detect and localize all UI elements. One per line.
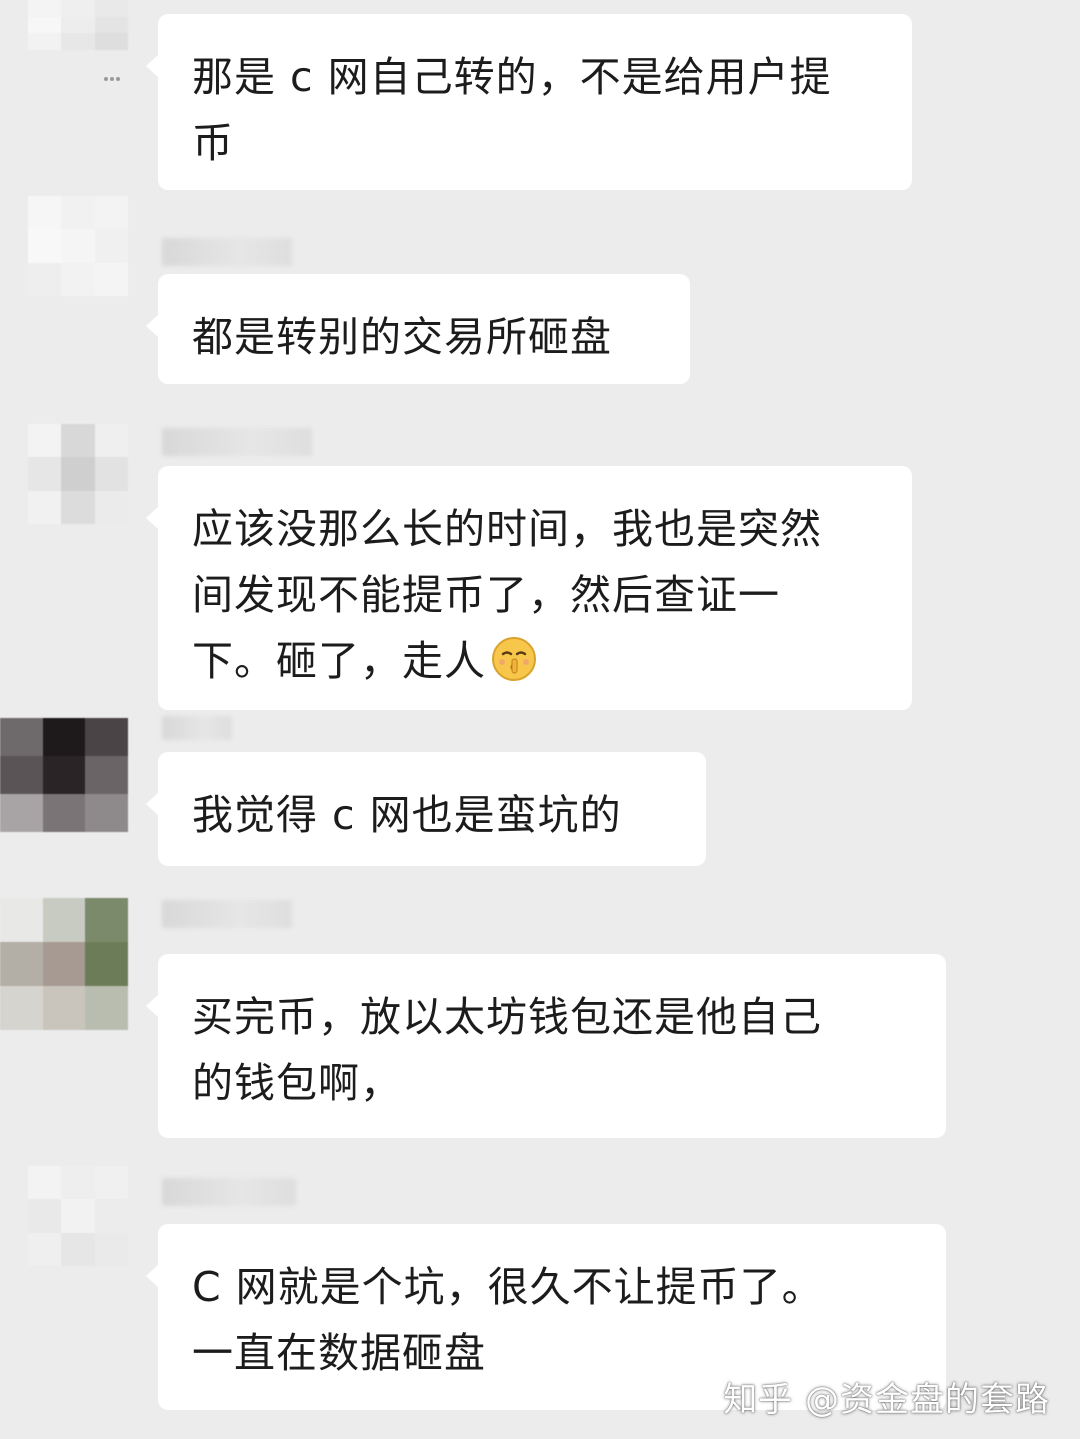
avatar-pixel bbox=[94, 16, 128, 34]
avatar-pixel bbox=[94, 490, 128, 524]
avatar[interactable] bbox=[28, 1166, 128, 1266]
avatar-pixel bbox=[94, 229, 128, 263]
avatar-pixel bbox=[94, 424, 128, 458]
avatar-pixel bbox=[42, 718, 86, 756]
avatar-pixel bbox=[28, 457, 62, 491]
sender-name bbox=[162, 900, 292, 928]
watermark: 知乎 @资金盘的套路 bbox=[723, 1380, 1050, 1420]
message-bubble[interactable]: 都是转别的交易所砸盘 bbox=[146, 274, 690, 384]
avatar-pixel bbox=[85, 794, 128, 832]
shushing-face-icon bbox=[492, 637, 536, 681]
sender-name bbox=[162, 716, 232, 740]
avatar[interactable] bbox=[28, 424, 128, 524]
avatar-pixel bbox=[61, 490, 95, 524]
avatar-pixel bbox=[61, 196, 95, 230]
sender-name bbox=[162, 1178, 296, 1206]
avatar-pixel bbox=[61, 424, 95, 458]
avatar-pixel bbox=[61, 262, 95, 296]
message-bubble[interactable]: 应该没那么长的时间，我也是突然 间发现不能提币了，然后查证一 下。砸了，走人 bbox=[146, 466, 912, 710]
avatar-pixel bbox=[61, 33, 95, 50]
avatar-pixel bbox=[0, 718, 43, 756]
avatar-pixel bbox=[42, 794, 86, 832]
avatar-pixel bbox=[42, 942, 86, 986]
message-text: C 网就是个坑，很久不让提币了。 一直在数据砸盘 bbox=[192, 1263, 824, 1377]
avatar-pixel bbox=[28, 424, 62, 458]
avatar-pixel bbox=[28, 262, 62, 296]
avatar-pixel bbox=[85, 986, 128, 1030]
sender-name bbox=[162, 238, 292, 266]
avatar-pixel bbox=[85, 718, 128, 756]
avatar-pixel bbox=[28, 1199, 62, 1233]
chat-conversation: 那是 c 网自己转的，不是给用户提 币 都是转别的交易所砸盘 应该没那么长的时间… bbox=[0, 0, 1080, 1439]
avatar-pixel bbox=[42, 986, 86, 1030]
avatar[interactable] bbox=[28, 196, 128, 296]
avatar-pixel bbox=[85, 898, 128, 942]
message-text: 买完币，放以太坊钱包还是他自己 的钱包啊， bbox=[192, 993, 822, 1107]
avatar-pixel bbox=[61, 1199, 95, 1233]
avatar-pixel bbox=[94, 1232, 128, 1266]
avatar-pixel bbox=[28, 0, 62, 17]
avatar[interactable] bbox=[0, 898, 128, 1030]
avatar-pixel bbox=[85, 942, 128, 986]
message-bubble[interactable]: 我觉得 c 网也是蛮坑的 bbox=[146, 752, 706, 866]
avatar-pixel bbox=[61, 1232, 95, 1266]
avatar-pixel bbox=[0, 794, 43, 832]
message-bubble[interactable]: 那是 c 网自己转的，不是给用户提 币 bbox=[146, 14, 912, 190]
avatar-pixel bbox=[94, 1166, 128, 1200]
avatar-pixel bbox=[94, 196, 128, 230]
avatar-pixel bbox=[28, 490, 62, 524]
message-text: 我觉得 c 网也是蛮坑的 bbox=[192, 791, 622, 839]
message-text: 都是转别的交易所砸盘 bbox=[192, 313, 612, 361]
avatar-pixel bbox=[94, 262, 128, 296]
avatar-pixel bbox=[0, 942, 43, 986]
avatar-pixel bbox=[28, 196, 62, 230]
avatar-pixel bbox=[94, 33, 128, 50]
avatar-pixel bbox=[42, 756, 86, 794]
avatar-pixel bbox=[28, 1166, 62, 1200]
more-dots-icon bbox=[104, 66, 124, 81]
avatar-pixel bbox=[85, 756, 128, 794]
avatar-pixel bbox=[28, 229, 62, 263]
avatar-pixel bbox=[61, 229, 95, 263]
message-bubble[interactable]: 买完币，放以太坊钱包还是他自己 的钱包啊， bbox=[146, 954, 946, 1138]
avatar-pixel bbox=[0, 898, 43, 942]
avatar-pixel bbox=[94, 0, 128, 17]
avatar-pixel bbox=[61, 16, 95, 34]
avatar-pixel bbox=[0, 756, 43, 794]
avatar-pixel bbox=[0, 986, 43, 1030]
avatar-pixel bbox=[28, 16, 62, 34]
message-text: 那是 c 网自己转的，不是给用户提 币 bbox=[192, 53, 832, 167]
avatar[interactable] bbox=[28, 0, 128, 50]
avatar-pixel bbox=[28, 1232, 62, 1266]
avatar-pixel bbox=[61, 0, 95, 17]
avatar-pixel bbox=[42, 898, 86, 942]
avatar-pixel bbox=[94, 457, 128, 491]
avatar-pixel bbox=[94, 1199, 128, 1233]
avatar-pixel bbox=[61, 1166, 95, 1200]
avatar[interactable] bbox=[0, 718, 128, 832]
avatar-pixel bbox=[28, 33, 62, 50]
avatar-pixel bbox=[61, 457, 95, 491]
sender-name bbox=[162, 428, 312, 456]
